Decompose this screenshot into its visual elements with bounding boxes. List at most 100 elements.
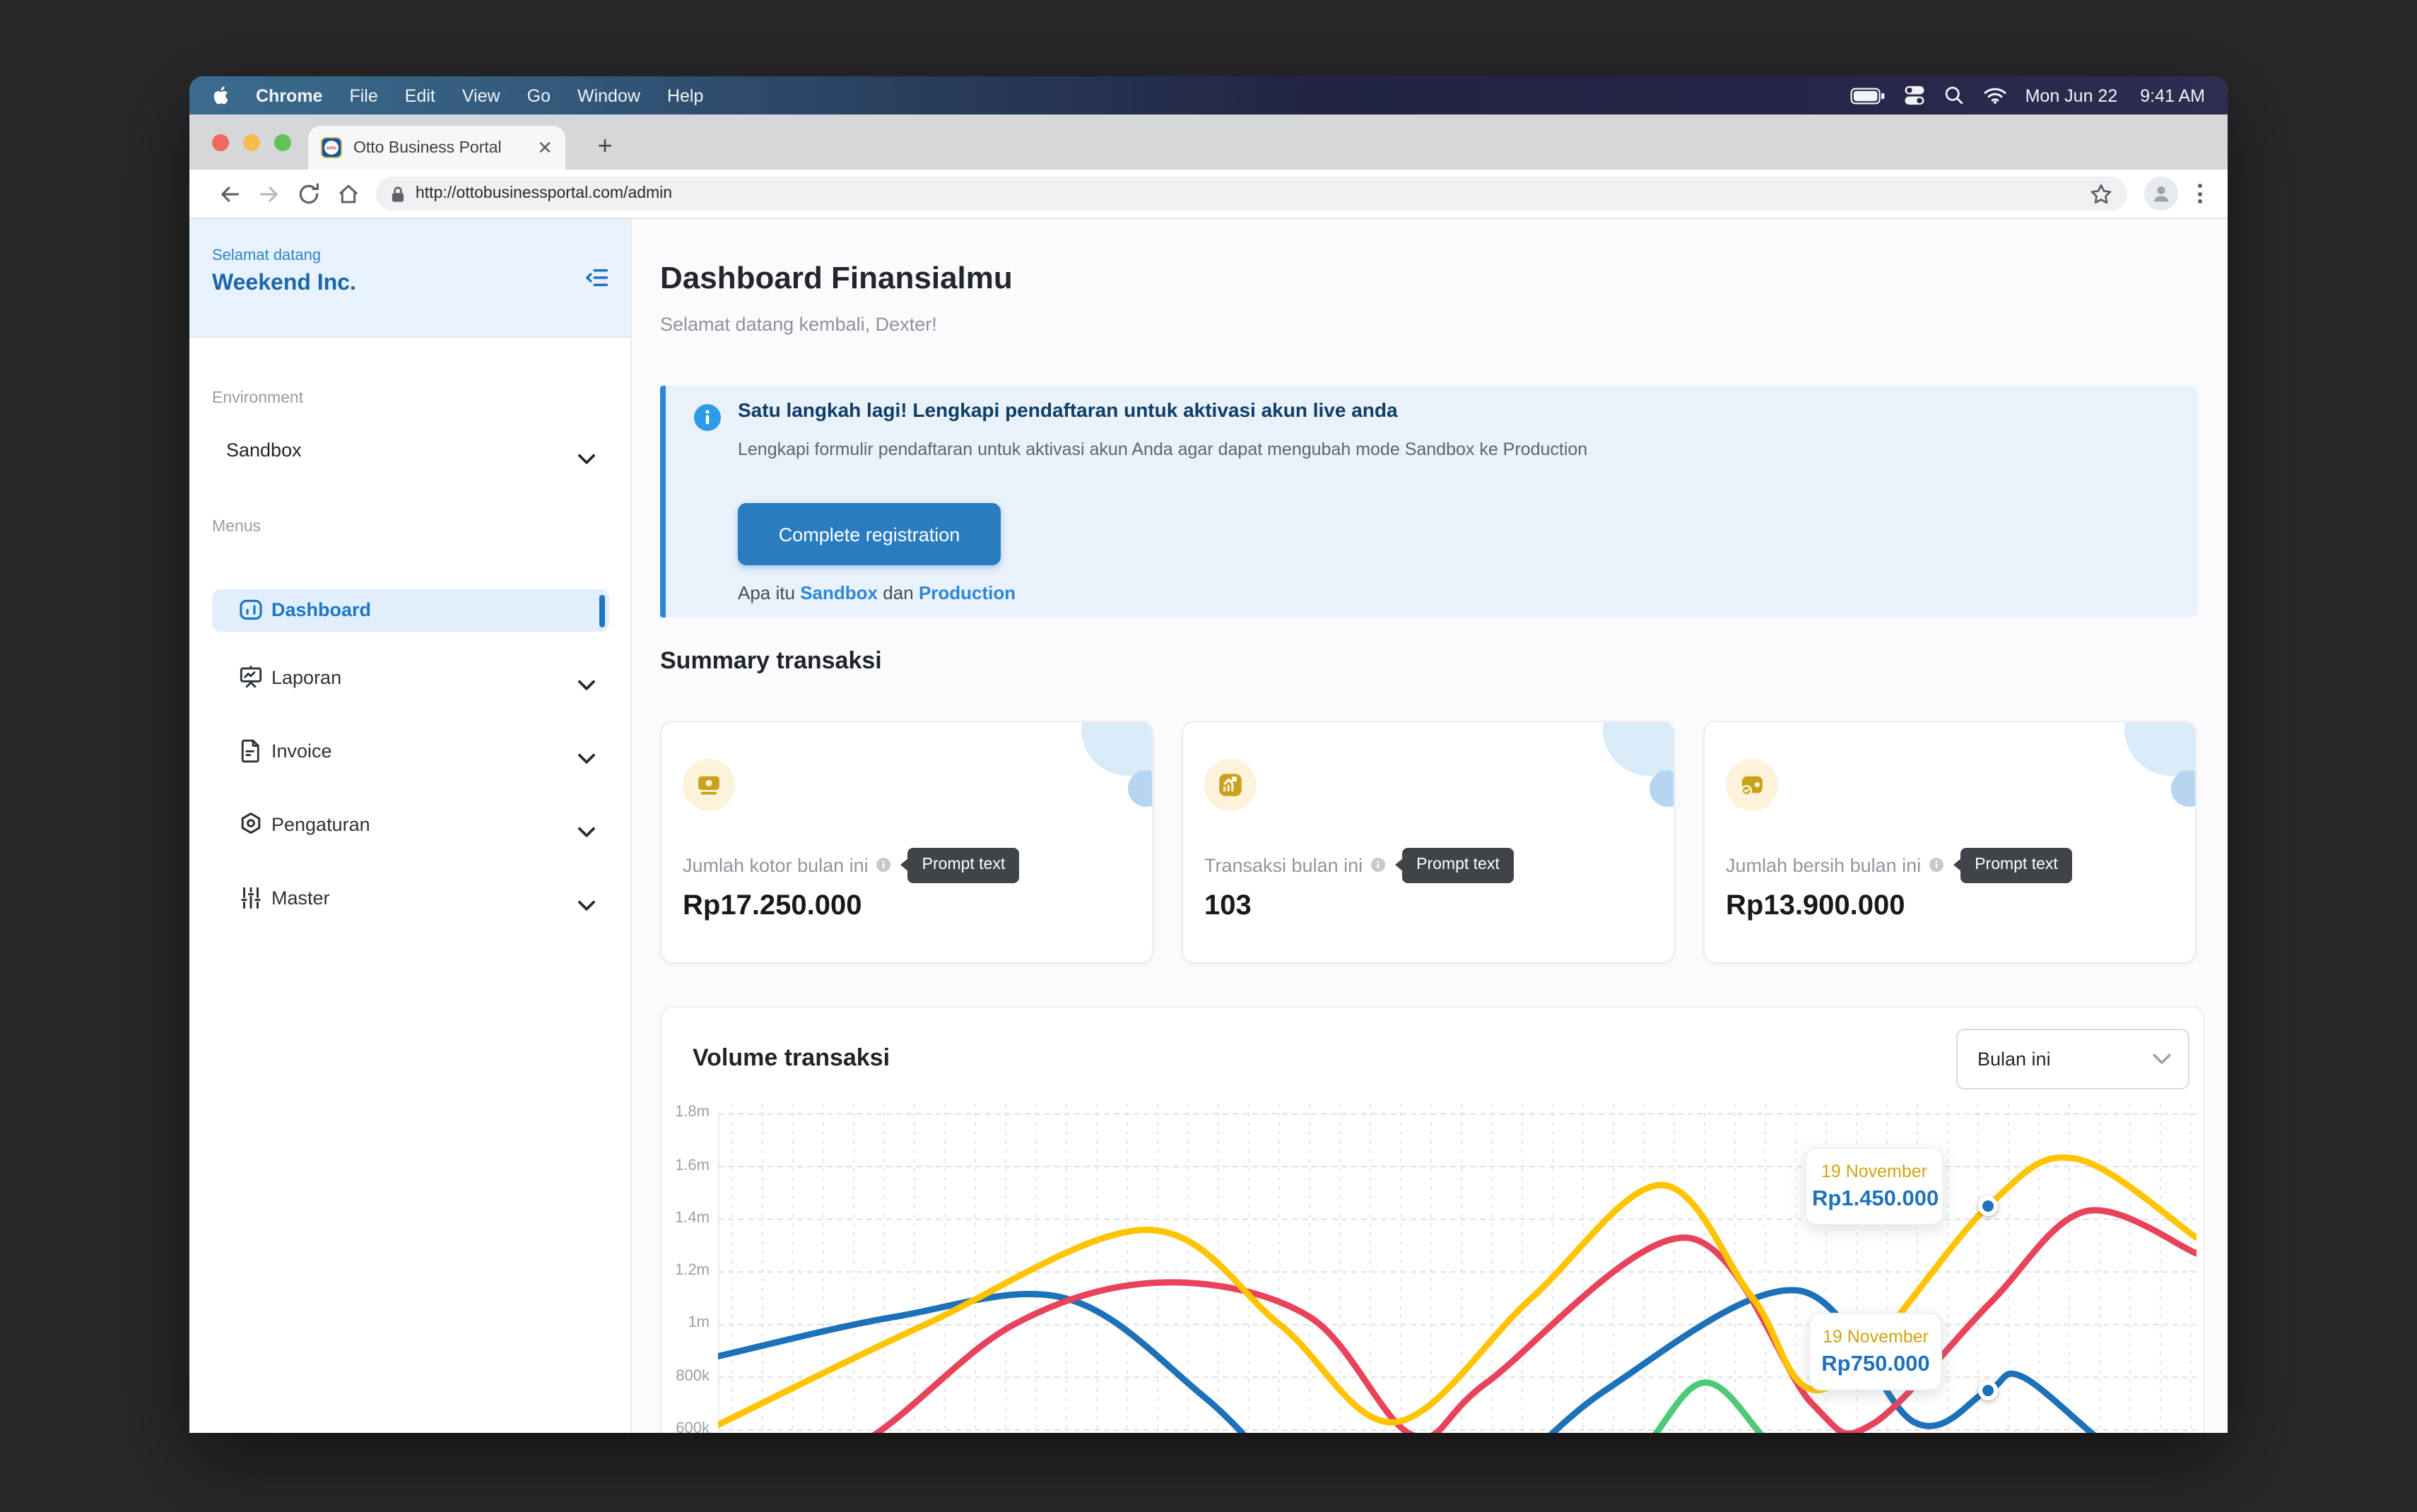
chart-title: Volume transaksi [693,1044,890,1073]
page-title: Dashboard Finansialmu [660,260,1013,297]
sidebar-item-laporan[interactable]: Laporan [189,657,630,699]
banner-footer: Apa itu Sandbox dan Production [738,582,1016,603]
chart-tooltip: 19 November Rp750.000 [1809,1313,1942,1390]
y-tick-label: 600k [661,1420,710,1433]
chart-marker-dot [1980,1198,1996,1214]
back-icon[interactable] [209,174,249,213]
browser-toolbar: http://ottobusinessportal.com/admin [189,170,2228,219]
banknotes-icon [683,759,735,811]
info-dot-icon[interactable] [1929,858,1943,872]
summary-heading: Summary transaksi [660,647,882,675]
desktop: Chrome File Edit View Go Window Help Mon… [0,0,2417,1512]
invoice-document-icon [237,738,264,772]
tab-close-icon[interactable]: ✕ [537,136,553,159]
browser-tab[interactable]: otto Otto Business Portal ✕ [308,126,565,170]
sliders-icon [237,885,264,919]
new-tab-button[interactable]: + [585,126,625,165]
chevron-down-icon [2153,1053,2171,1065]
spotlight-search-icon[interactable] [1943,85,1965,106]
environment-label: Environment [212,390,303,407]
window-close-button[interactable] [212,134,229,151]
active-indicator [599,594,605,627]
menu-app-name[interactable]: Chrome [256,85,322,105]
window-minimize-button[interactable] [243,134,260,151]
banner-accent-stripe [660,386,666,618]
sidebar-item-label: Master [271,887,330,909]
chevron-down-icon [578,746,595,772]
chevron-down-icon [578,893,595,919]
control-center-icon[interactable] [1904,85,1925,106]
menu-window[interactable]: Window [577,85,640,105]
browser-profile-avatar[interactable] [2144,177,2178,211]
address-bar[interactable]: http://ottobusinessportal.com/admin [376,177,2127,211]
range-dropdown[interactable]: Bulan ini [1956,1029,2189,1089]
menu-file[interactable]: File [349,85,377,105]
y-tick-label: 800k [661,1367,710,1384]
apple-icon[interactable] [212,85,230,106]
sidebar-item-label: Invoice [271,740,332,762]
info-icon [694,404,721,438]
production-link[interactable]: Production [919,582,1016,603]
decor-circle [2124,721,2196,776]
welcome-label: Selamat datang [212,247,321,264]
sidebar-item-label: Dashboard [271,599,371,620]
browser-window: Chrome File Edit View Go Window Help Mon… [189,76,2228,1433]
summary-card-gross: Jumlah kotor bulan ini Prompt text Rp17.… [660,721,1153,964]
sidebar-header: Selamat datang Weekend Inc. [189,219,630,338]
card-label: Transaksi bulan ini [1204,854,1363,875]
sandbox-link[interactable]: Sandbox [800,582,878,603]
sidebar-item-invoice[interactable]: Invoice [189,731,630,773]
y-tick-label: 1.6m [661,1157,710,1174]
wifi-icon[interactable] [1983,86,2007,105]
company-name: Weekend Inc. [212,271,356,297]
card-value: 103 [1204,890,1252,923]
environment-value: Sandbox [226,439,302,461]
menu-view[interactable]: View [462,85,500,105]
sidebar-item-pengaturan[interactable]: Pengaturan [189,804,630,846]
tooltip-arrow [1953,858,1962,872]
collapse-sidebar-icon[interactable] [584,264,611,298]
volume-chart-svg [718,1104,2197,1433]
tooltip-date: 19 November [1812,1162,1936,1181]
y-tick-label: 1.4m [661,1210,710,1227]
info-dot-icon[interactable] [877,858,891,872]
volume-chart-card: Volume transaksi Bulan ini 1.8m1.6m1.4m1… [660,1006,2205,1433]
chart-tooltip: 19 November Rp1.450.000 [1805,1147,1943,1225]
tooltip-arrow [901,858,910,872]
menu-bar-date[interactable]: Mon Jun 22 [2025,85,2118,105]
chevron-down-icon [578,447,595,472]
card-label: Jumlah bersih bulan ini [1726,854,1921,875]
tab-strip: otto Otto Business Portal ✕ + [189,114,2228,170]
sidebar-item-dashboard[interactable]: Dashboard [212,589,609,632]
prompt-tooltip: Prompt text [1960,847,2072,882]
banner-description: Lengkapi formulir pendaftaran untuk akti… [738,439,1587,459]
tab-title: Otto Business Portal [353,139,529,156]
environment-select[interactable]: Sandbox [189,431,630,473]
sidebar-item-master[interactable]: Master [189,878,630,920]
browser-menu-icon[interactable] [2192,178,2208,209]
menu-edit[interactable]: Edit [405,85,435,105]
reload-icon[interactable] [288,174,328,213]
battery-icon[interactable] [1850,87,1886,104]
sidebar-item-label: Laporan [271,667,341,688]
card-value: Rp17.250.000 [683,890,862,923]
complete-registration-button[interactable]: Complete registration [738,503,1001,565]
bookmark-star-icon[interactable] [2089,182,2113,206]
prompt-tooltip: Prompt text [1402,847,1514,882]
footer-prefix: Apa itu [738,582,795,603]
chart-marker-dot [1980,1383,1996,1398]
lock-icon[interactable] [390,184,406,203]
chevron-down-icon [578,673,595,698]
home-icon[interactable] [328,174,367,213]
menu-bar-time[interactable]: 9:41 AM [2140,85,2205,105]
menu-help[interactable]: Help [667,85,703,105]
forward-icon[interactable] [249,174,288,213]
macos-menu-bar: Chrome File Edit View Go Window Help Mon… [189,76,2228,114]
info-dot-icon[interactable] [1371,858,1385,872]
menu-go[interactable]: Go [527,85,551,105]
page-content: Selamat datang Weekend Inc. Environment … [189,219,2228,1433]
footer-conjunction: dan [883,582,913,603]
y-tick-label: 1m [661,1315,710,1332]
url-text[interactable]: http://ottobusinessportal.com/admin [416,185,2089,202]
window-zoom-button[interactable] [274,134,291,151]
